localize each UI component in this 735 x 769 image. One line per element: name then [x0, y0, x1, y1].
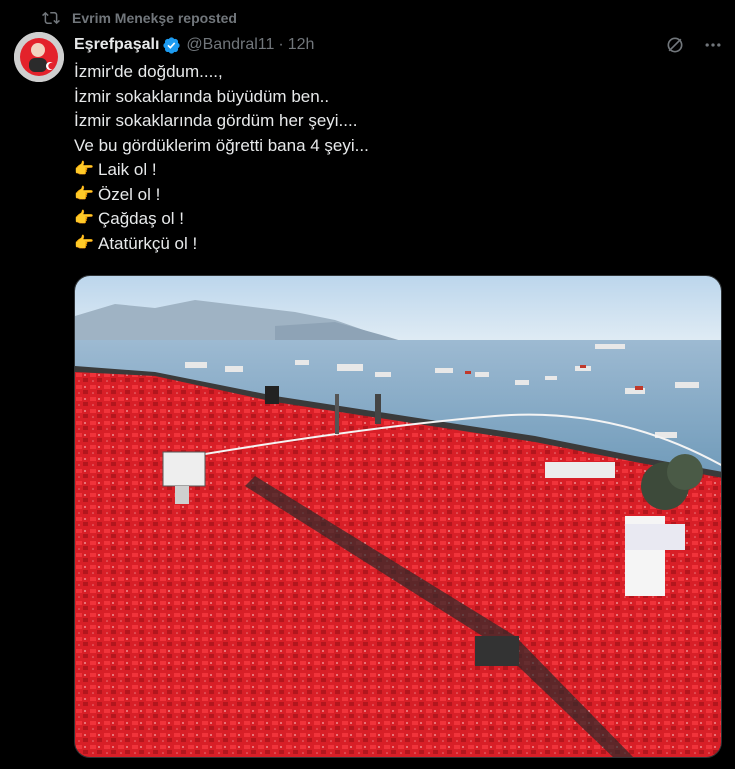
list-item-text: Atatürkçü ol ! — [98, 233, 198, 253]
repost-label: Evrim Menekşe reposted — [72, 10, 237, 26]
user-handle[interactable]: @Bandral11 — [186, 36, 274, 54]
tweet-list-item: 👉 Laik ol ! — [74, 158, 594, 183]
grok-icon[interactable] — [665, 35, 685, 55]
tweet-line: İzmir sokaklarında gördüm her şeyi.... — [74, 111, 358, 130]
tweet-list-item: 👉 Atatürkçü ol ! — [74, 232, 594, 257]
pointing-hand-emoji: 👉 — [74, 210, 94, 227]
tweet-list-item: 👉 Çağdaş ol ! — [74, 207, 594, 232]
list-item-text: Laik ol ! — [98, 160, 157, 179]
display-name[interactable]: Eşrefpaşalı — [74, 36, 159, 54]
list-item-text: Özel ol ! — [98, 184, 161, 204]
timestamp[interactable]: 12h — [288, 36, 315, 54]
list-item-text: Çağdaş ol ! — [98, 209, 184, 228]
pointing-hand-emoji: 👉 — [74, 234, 94, 252]
avatar[interactable] — [14, 32, 64, 82]
tweet-line: Ve bu gördüklerim öğretti bana 4 şeyi... — [74, 135, 369, 155]
verified-badge-icon[interactable] — [162, 36, 181, 55]
tweet-list-item: 👉 Özel ol ! — [74, 183, 594, 208]
tweet-line: İzmir'de doğdum...., — [74, 62, 223, 81]
tweet-text: İzmir'de doğdum...., İzmir sokaklarında … — [74, 60, 594, 256]
tweet-line: İzmir sokaklarında büyüdüm ben.. — [74, 86, 330, 106]
pointing-hand-emoji: 👉 — [74, 185, 94, 203]
tweet-header: Eşrefpaşalı @Bandral11 · 12h — [74, 34, 723, 56]
pointing-hand-emoji: 👉 — [74, 161, 94, 178]
repost-header[interactable]: Evrim Menekşe reposted — [42, 8, 237, 28]
header-actions — [665, 35, 723, 55]
repost-icon — [42, 11, 60, 25]
more-options-icon[interactable] — [703, 35, 723, 55]
separator-dot: · — [278, 36, 284, 53]
tweet-photo[interactable] — [74, 275, 722, 758]
